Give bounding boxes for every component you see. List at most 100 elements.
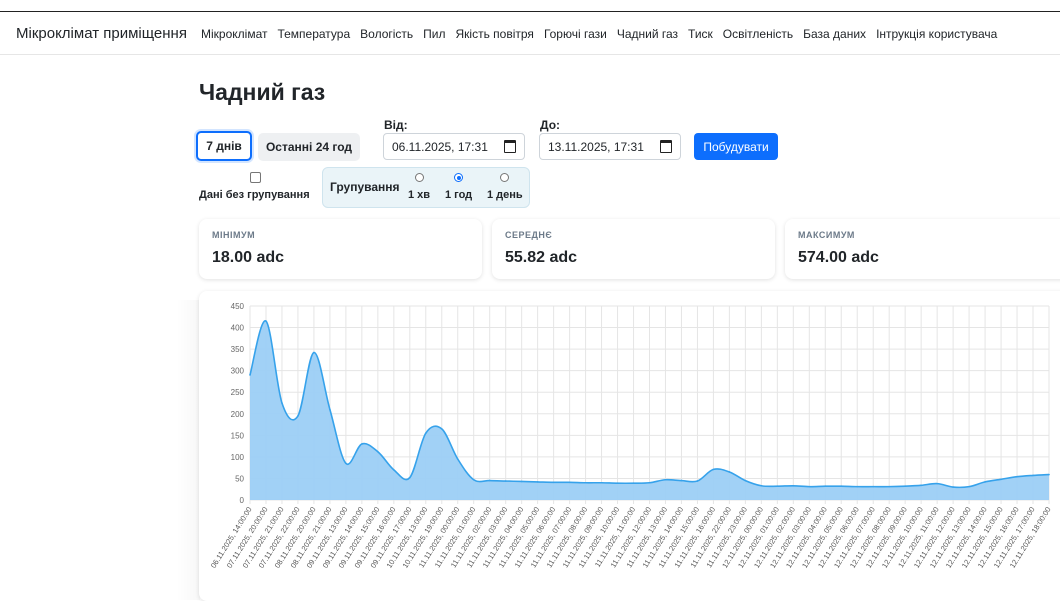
data-point <box>920 484 922 487</box>
data-point <box>552 481 555 484</box>
no-grouping-label: Дані без групування <box>199 189 310 201</box>
data-point <box>744 479 747 482</box>
calendar-icon[interactable] <box>504 140 516 153</box>
from-label: Від: <box>384 118 408 132</box>
grouping-label: Групування <box>330 180 400 194</box>
nav-item-pressure[interactable]: Тиск <box>688 27 713 41</box>
grouping-radio-1day[interactable] <box>500 173 509 182</box>
nav-item-dust[interactable]: Пил <box>423 27 445 41</box>
grouping-option-1min: 1 хв <box>408 189 431 201</box>
nav-menu: Мікроклімат Температура Вологість Пил Як… <box>201 27 997 41</box>
data-point <box>616 482 619 484</box>
nav-item-humidity[interactable]: Вологість <box>360 27 413 41</box>
navbar: Мікроклімат приміщення Мікроклімат Темпе… <box>0 12 1060 55</box>
stat-max-label: МАКСИМУМ <box>798 230 855 240</box>
y-tick-label: 100 <box>231 453 245 462</box>
co-area-chart: 05010015020025030035040045006.11.2025, 1… <box>209 302 1053 570</box>
data-point <box>584 481 587 484</box>
data-point <box>265 320 267 322</box>
data-point <box>760 484 763 487</box>
data-point <box>680 479 683 482</box>
stat-min-label: МІНІМУМ <box>212 230 256 240</box>
grouping-option-1day: 1 день <box>487 189 523 201</box>
data-point <box>808 485 811 488</box>
data-point <box>313 351 315 354</box>
y-tick-label: 150 <box>231 431 245 440</box>
to-datetime-input[interactable]: 13.11.2025, 17:31 <box>539 133 681 160</box>
data-point <box>856 485 859 488</box>
grouping-radio-1h[interactable] <box>454 173 463 182</box>
data-point <box>936 482 938 485</box>
nav-item-database[interactable]: База даних <box>803 27 866 41</box>
data-point <box>424 432 427 434</box>
data-point <box>840 485 843 488</box>
data-point <box>648 481 651 484</box>
data-point <box>329 408 331 411</box>
calendar-icon[interactable] <box>660 140 672 153</box>
from-datetime-input[interactable]: 06.11.2025, 17:31 <box>383 133 525 160</box>
data-point <box>409 476 411 479</box>
data-point <box>984 481 986 483</box>
stat-card-avg: СЕРЕДНЄ 55.82 adc <box>492 219 775 279</box>
data-point <box>393 469 395 471</box>
y-tick-label: 350 <box>231 345 245 354</box>
stat-max-value: 574.00 adc <box>798 249 879 266</box>
data-point <box>888 485 890 488</box>
y-tick-label: 300 <box>231 367 245 376</box>
data-point <box>361 443 363 445</box>
data-point <box>440 428 443 430</box>
stat-avg-value: 55.82 adc <box>505 249 578 266</box>
stat-card-min: МІНІМУМ 18.00 adc <box>199 219 482 279</box>
data-point <box>472 478 475 481</box>
data-point <box>345 462 347 465</box>
to-label: До: <box>540 118 561 132</box>
data-point <box>488 479 491 482</box>
data-point <box>632 482 635 484</box>
grouping-radio-1min[interactable] <box>415 173 424 182</box>
y-tick-label: 50 <box>235 474 244 483</box>
nav-item-temperature[interactable]: Температура <box>277 27 350 41</box>
build-button[interactable]: Побудувати <box>694 133 778 160</box>
page-title: Чадний газ <box>199 79 326 105</box>
navbar-brand[interactable]: Мікроклімат приміщення <box>16 25 187 42</box>
data-point <box>664 478 667 481</box>
data-point <box>536 481 539 483</box>
data-point <box>1000 478 1002 481</box>
range-7-days-button[interactable]: 7 днів <box>196 131 252 161</box>
stat-card-max: МАКСИМУМ 574.00 adc <box>785 219 1060 279</box>
to-datetime-value: 13.11.2025, 17:31 <box>548 139 644 154</box>
data-point <box>872 485 875 488</box>
stat-min-value: 18.00 adc <box>212 249 285 266</box>
data-point <box>968 485 970 488</box>
data-point <box>249 374 251 376</box>
data-point <box>600 481 603 484</box>
data-point <box>824 485 827 488</box>
nav-item-carbon-monoxide[interactable]: Чадний газ <box>617 27 678 41</box>
y-tick-label: 0 <box>240 496 245 505</box>
data-point <box>952 486 954 488</box>
y-tick-label: 450 <box>231 302 245 311</box>
nav-item-microclimate[interactable]: Мікроклімат <box>201 27 267 41</box>
nav-item-combustible-gases[interactable]: Горючі гази <box>544 27 607 41</box>
left-shade <box>176 300 200 600</box>
y-tick-label: 200 <box>231 410 245 419</box>
stat-avg-label: СЕРЕДНЄ <box>505 230 553 240</box>
data-point <box>377 450 379 453</box>
data-point <box>728 471 731 473</box>
data-point <box>696 480 699 482</box>
y-tick-label: 250 <box>231 388 245 397</box>
grouping-option-1h: 1 год <box>445 189 473 201</box>
data-point <box>1016 475 1018 478</box>
nav-item-illumination[interactable]: Освітленість <box>723 27 793 41</box>
data-point <box>1048 473 1050 476</box>
data-point <box>712 468 715 471</box>
nav-item-air-quality[interactable]: Якість повітря <box>456 27 534 41</box>
nav-item-user-guide[interactable]: Інтрукція користувача <box>876 27 997 41</box>
range-last-24h-button[interactable]: Останні 24 год <box>258 133 360 161</box>
data-point <box>281 402 283 404</box>
from-datetime-value: 06.11.2025, 17:31 <box>392 139 488 154</box>
grouping-panel: Групування 1 хв 1 год 1 день <box>322 167 530 208</box>
no-grouping-checkbox[interactable] <box>250 172 261 183</box>
data-point <box>904 485 906 488</box>
data-point <box>520 480 523 483</box>
